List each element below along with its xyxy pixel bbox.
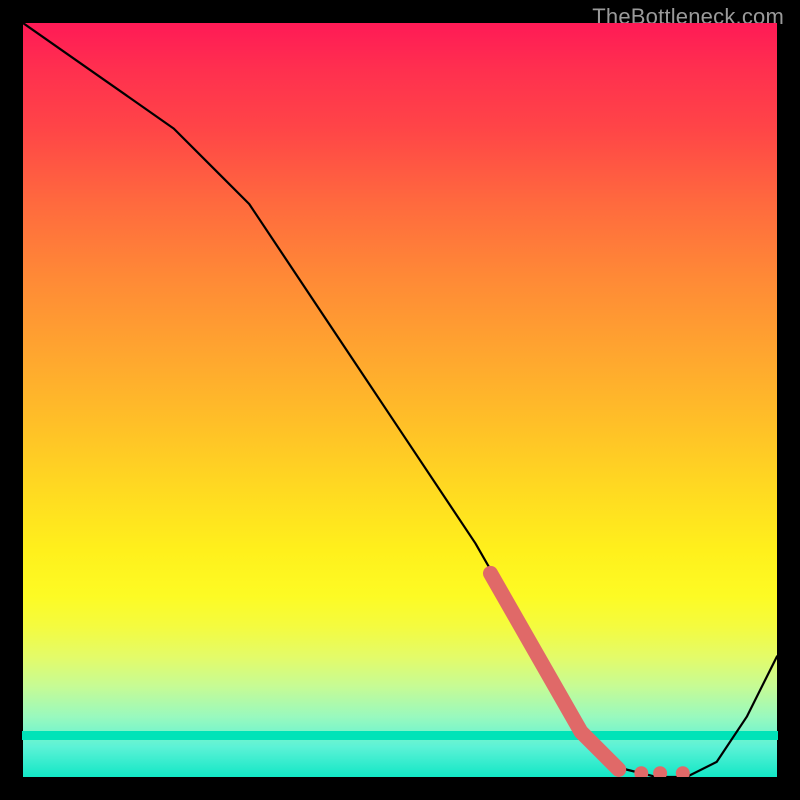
highlight-dot (676, 766, 690, 777)
chart-container: TheBottleneck.com (0, 0, 800, 800)
highlight-dots (634, 766, 690, 777)
curve-line (23, 23, 777, 777)
chart-svg (23, 23, 777, 777)
highlight-band (491, 573, 619, 769)
highlight-dot (634, 766, 648, 777)
highlight-dot (653, 766, 667, 777)
